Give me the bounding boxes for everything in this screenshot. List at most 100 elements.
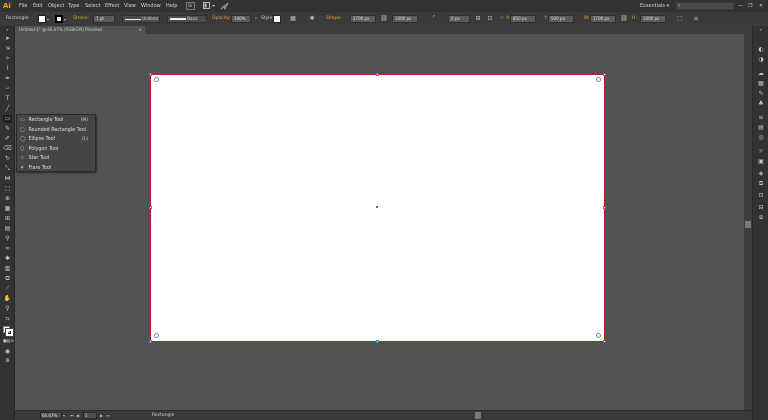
vertical-scroll-thumb[interactable]: [745, 221, 751, 228]
shape-builder-tool-icon[interactable]: ⊕: [3, 195, 12, 203]
shape-width-field[interactable]: 2700 px: [350, 15, 376, 23]
stroke-weight-field[interactable]: 1 pt: [93, 15, 115, 23]
live-corner-widget[interactable]: [596, 77, 601, 82]
blend-tool-icon[interactable]: ∞: [3, 245, 12, 253]
width-tool-icon[interactable]: ⋈: [3, 175, 12, 183]
drawing-modes-icon[interactable]: ◉: [3, 348, 12, 356]
align-panel-icon[interactable]: ⊟: [756, 204, 766, 212]
panel-options-icon[interactable]: ≡: [692, 15, 700, 23]
graphic-styles-icon[interactable]: ▣: [756, 158, 766, 166]
free-transform-tool-icon[interactable]: ⬚: [3, 185, 12, 193]
chevron-down-icon[interactable]: ▾: [64, 17, 66, 22]
chevron-right-icon[interactable]: ›: [252, 15, 260, 23]
w-label[interactable]: W:: [584, 15, 590, 23]
flyout-item-rounded-rectangle[interactable]: ▢ Rounded Rectangle Tool: [20, 126, 94, 135]
layers-icon[interactable]: ◈: [756, 170, 766, 178]
live-corner-widget[interactable]: [596, 333, 601, 338]
curvature-tool-icon[interactable]: ∽: [3, 85, 12, 93]
menu-effect[interactable]: Effect: [105, 0, 119, 12]
appearance-panel-icon[interactable]: ☼: [756, 148, 766, 156]
shaper-tool-icon[interactable]: ✐: [3, 135, 12, 143]
line-segment-tool-icon[interactable]: ╱: [3, 105, 12, 113]
isolate-icon[interactable]: ⬚: [676, 15, 684, 23]
corner-type-icon[interactable]: ⌜: [430, 15, 438, 23]
menu-edit[interactable]: Edit: [33, 0, 43, 12]
menu-view[interactable]: View: [124, 0, 136, 12]
stroke-label[interactable]: Stroke:: [73, 15, 89, 23]
slice-tool-icon[interactable]: ⟋: [3, 285, 12, 293]
graphic-style-swatch[interactable]: [273, 15, 281, 23]
color-mode-icons[interactable]: ■▨⊘: [3, 337, 14, 345]
gradient-panel-icon[interactable]: ▤: [756, 124, 766, 132]
variable-width-profile-dropdown[interactable]: Uniform: [122, 15, 160, 23]
type-tool-icon[interactable]: T: [3, 95, 12, 103]
stroke-panel-icon[interactable]: ≡: [756, 114, 766, 122]
paintbrush-tool-icon[interactable]: ✎: [3, 125, 12, 133]
workspace-switcher[interactable]: Essentials ▾: [640, 0, 669, 12]
swap-colors-icon[interactable]: ⇆: [3, 315, 12, 323]
selection-handle[interactable]: [603, 340, 606, 343]
fill-swatch[interactable]: [38, 15, 46, 23]
libraries-icon[interactable]: ☁: [756, 70, 766, 78]
selection-handle[interactable]: [376, 73, 379, 76]
last-artboard-icon[interactable]: ⏭: [106, 412, 110, 419]
selection-handle[interactable]: [149, 340, 152, 343]
selection-handle[interactable]: [376, 340, 379, 343]
color-panel-icon[interactable]: ◐: [756, 46, 766, 54]
swatches-icon[interactable]: ▦: [756, 80, 766, 88]
align-icon[interactable]: ⊞: [474, 15, 482, 23]
menu-file[interactable]: File: [19, 0, 27, 12]
chevron-down-icon[interactable]: ▾: [47, 17, 49, 22]
bridge-icon[interactable]: Br: [186, 2, 195, 10]
artboard[interactable]: [150, 74, 605, 342]
minimize-button[interactable]: —: [738, 0, 743, 12]
y-position-field[interactable]: 500 px: [548, 15, 574, 23]
screen-mode-icon[interactable]: ⧈: [3, 357, 12, 365]
flyout-item-star[interactable]: ☆ Star Tool: [20, 154, 94, 163]
direct-selection-tool-icon[interactable]: ⇲: [3, 45, 12, 53]
flyout-item-flare[interactable]: ✶ Flare Tool: [20, 164, 94, 173]
reference-point-icon[interactable]: ⁘: [498, 15, 506, 23]
gradient-tool-icon[interactable]: ▤: [3, 225, 12, 233]
previous-artboard-icon[interactable]: ◀: [76, 412, 79, 419]
pathfinder-icon[interactable]: ⧇: [756, 214, 766, 222]
menu-select[interactable]: Select: [85, 0, 100, 12]
link-icon[interactable]: ⛓: [380, 15, 388, 23]
transparency-panel-icon[interactable]: ◎: [756, 134, 766, 142]
collapse-dock-icon[interactable]: «: [756, 28, 766, 32]
selection-handle[interactable]: [603, 206, 606, 209]
transform-panel-icon[interactable]: ⊡: [756, 192, 766, 200]
next-artboard-icon[interactable]: ▶: [100, 412, 103, 419]
selection-handle[interactable]: [603, 73, 606, 76]
width-field[interactable]: 1700 px: [590, 15, 616, 23]
scale-tool-icon[interactable]: ⤡: [3, 165, 12, 173]
horizontal-scroll-thumb[interactable]: [475, 412, 481, 419]
close-tab-icon[interactable]: ×: [139, 26, 142, 34]
current-tool-status[interactable]: Rectangle: [152, 412, 174, 420]
selection-handle[interactable]: [149, 206, 152, 209]
selection-handle[interactable]: [149, 73, 152, 76]
color-guide-icon[interactable]: ◑: [756, 56, 766, 64]
first-artboard-icon[interactable]: ⏮: [70, 412, 74, 419]
stroke-color-swatch[interactable]: [5, 328, 14, 337]
corner-radius-field[interactable]: 0 px: [448, 15, 470, 23]
menu-window[interactable]: Window: [141, 0, 161, 12]
flyout-item-ellipse[interactable]: ◯ Ellipse Tool (L): [20, 135, 94, 144]
hand-tool-icon[interactable]: ✋: [3, 295, 12, 303]
opacity-field[interactable]: 100%: [231, 15, 251, 23]
symbol-sprayer-tool-icon[interactable]: ✱: [3, 255, 12, 263]
zoom-tool-icon[interactable]: ⚲: [3, 305, 12, 313]
live-corner-widget[interactable]: [154, 333, 159, 338]
menu-type[interactable]: Type: [68, 0, 79, 12]
magic-wand-tool-icon[interactable]: ✧: [3, 55, 12, 63]
rectangle-tool-icon[interactable]: ▭: [3, 115, 12, 123]
live-corner-widget[interactable]: [154, 77, 159, 82]
flyout-item-rectangle[interactable]: ▭ Rectangle Tool (M): [20, 116, 94, 125]
eyedropper-tool-icon[interactable]: ⚲: [3, 235, 12, 243]
shape-label[interactable]: Shape:: [326, 15, 342, 23]
document-setup-icon[interactable]: ▦: [289, 15, 297, 23]
chevron-down-icon[interactable]: ▾: [63, 412, 65, 419]
stroke-swatch[interactable]: [55, 15, 63, 23]
artboards-panel-icon[interactable]: ⧉: [756, 180, 766, 188]
symbols-icon[interactable]: ♣: [756, 100, 766, 108]
